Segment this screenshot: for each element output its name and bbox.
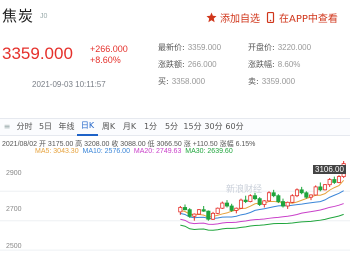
info-label: 卖: — [248, 77, 259, 86]
candle-body — [182, 207, 188, 211]
quote-timestamp: 2021-09-03 10:11:57 — [32, 80, 106, 89]
info-ask: 卖: 3359.000 — [248, 76, 295, 87]
header-bar: 焦炭 J0 添加自选 在APP中查看 — [0, 0, 350, 34]
tab-period[interactable]: 60分 — [224, 119, 245, 135]
info-value: 3220.000 — [277, 43, 312, 52]
candle-body — [308, 194, 314, 198]
info-value: 3359.000 — [187, 43, 222, 52]
info-value: 3359.000 — [261, 77, 296, 86]
open-in-app-label: 在APP中查看 — [279, 13, 338, 25]
kline-chart[interactable] — [0, 156, 350, 256]
ma30-line — [180, 213, 344, 231]
y-tick-label: 2900 — [6, 170, 22, 177]
candle-body — [290, 195, 295, 203]
candle-body — [271, 192, 276, 197]
contract-code: J0 — [40, 13, 48, 20]
tab-period[interactable]: 5日 — [35, 119, 56, 135]
info-value: 266.000 — [187, 60, 217, 69]
candle-body — [229, 205, 234, 211]
info-value: 8.60% — [277, 60, 301, 69]
candle-body — [215, 207, 220, 214]
candle-body — [318, 186, 323, 191]
info-label: 最新价: — [158, 43, 185, 52]
candle-body — [262, 200, 267, 205]
info-label: 涨跌额: — [158, 60, 185, 69]
tab-period[interactable]: 月K — [119, 119, 140, 135]
candle-body — [220, 202, 225, 209]
candle-body — [234, 207, 239, 211]
quote-panel: 3359.000 +266.000 +8.60% 2021-09-03 10:1… — [0, 34, 350, 94]
info-bid: 买: 3358.000 — [158, 76, 205, 87]
phone-icon — [265, 11, 276, 23]
candle-body — [252, 195, 258, 200]
y-tick-label: 2700 — [6, 206, 22, 213]
price-tooltip: 3106.00 — [313, 165, 346, 174]
candle-body — [210, 212, 216, 220]
info-value: 3358.000 — [171, 77, 206, 86]
candle-body — [248, 195, 253, 202]
candle-body — [285, 201, 290, 207]
candle-body — [196, 209, 202, 215]
tab-period[interactable]: 30分 — [203, 119, 224, 135]
candle-body — [276, 195, 281, 202]
chart-period-tabs: ≡ 分时 5日 年线 日K 周K 月K 1分 5分 15分 30分 60分 — [0, 118, 350, 136]
ma5-value: MA5: 3043.30 — [35, 148, 79, 155]
add-favorite-label: 添加自选 — [220, 13, 260, 25]
ma20-value: MA20: 2749.63 — [133, 148, 182, 155]
info-label: 买: — [158, 77, 169, 86]
candle-body — [201, 209, 206, 212]
candle-body — [192, 213, 197, 217]
favorite-icon — [206, 12, 217, 23]
candle-body — [238, 199, 244, 209]
add-favorite-button[interactable]: 添加自选 — [206, 10, 260, 25]
candle-body — [266, 192, 272, 202]
candle-body — [243, 199, 248, 202]
page-title: 焦炭 — [2, 7, 35, 25]
change-amount: +266.000 — [90, 44, 128, 54]
ma-legend: MA5: 3043.30 MA10: 2576.00 MA20: 2749.63… — [35, 148, 233, 155]
ma20-line — [180, 203, 344, 225]
ma30-value: MA30: 2639.60 — [185, 148, 233, 155]
info-label: 涨跌幅: — [248, 60, 275, 69]
tab-period[interactable]: 5分 — [161, 119, 182, 135]
watermark: 新浪财经 — [226, 185, 263, 195]
candle-body — [224, 202, 230, 207]
info-latest: 最新价: 3359.000 — [158, 42, 221, 53]
tab-period[interactable]: 1分 — [140, 119, 161, 135]
last-price: 3359.000 — [2, 44, 73, 63]
tab-period[interactable]: 周K — [98, 119, 119, 135]
candle-body — [178, 207, 183, 213]
info-open: 开盘价: 3220.000 — [248, 42, 311, 53]
candle-body — [257, 198, 262, 205]
candle-body — [313, 186, 318, 196]
candle-body — [336, 176, 342, 183]
candle-body — [322, 184, 328, 191]
ma10-value: MA10: 2576.00 — [82, 148, 130, 155]
y-tick-label: 2500 — [6, 243, 22, 250]
candle-body — [280, 201, 286, 207]
tab-period[interactable]: 分时 — [14, 119, 35, 135]
tab-period[interactable]: 日K — [77, 118, 98, 136]
tab-menu[interactable]: ≡ — [0, 119, 14, 135]
candle-body — [206, 210, 211, 220]
candle-body — [294, 189, 300, 197]
candle-body — [304, 192, 309, 198]
change-percent: +8.60% — [90, 55, 121, 65]
info-label: 开盘价: — [248, 43, 275, 52]
price-change: +266.000 +8.60% — [90, 44, 128, 66]
candle-body — [187, 209, 192, 217]
candle-body — [332, 179, 337, 183]
tab-period[interactable]: 15分 — [182, 119, 203, 135]
info-change: 涨跌额: 266.000 — [158, 59, 217, 70]
open-in-app-button[interactable]: 在APP中查看 — [265, 10, 338, 25]
info-change-pct: 涨跌幅: 8.60% — [248, 59, 300, 70]
candle-body — [299, 189, 304, 194]
candle-body — [327, 179, 332, 186]
tab-period[interactable]: 年线 — [56, 119, 77, 135]
